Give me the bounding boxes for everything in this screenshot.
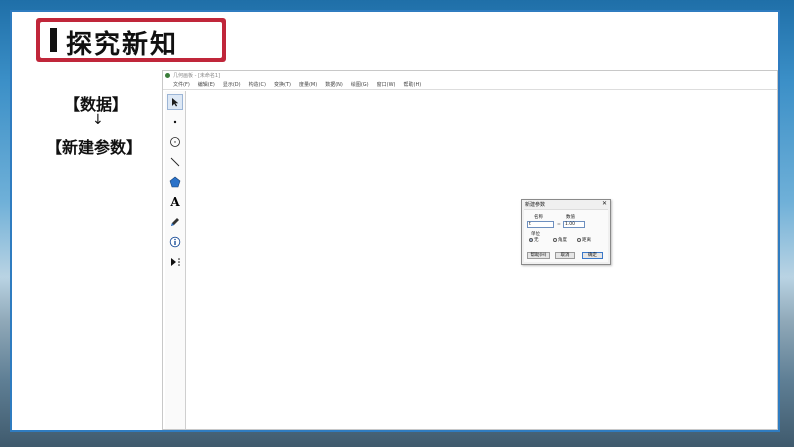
slide-title-frame: 探究新知 (36, 18, 226, 62)
menu-graph[interactable]: 绘图(G) (351, 81, 369, 89)
title-accent-bar (50, 28, 57, 52)
dialog-title: 新建参数 (525, 202, 546, 208)
new-parameter-dialog: 新建参数 ✕ 名称 数值 t = 1.00 单位 无 角度 距离 帮助(H) 取… (521, 199, 611, 265)
sketch-canvas[interactable] (186, 91, 777, 429)
text-tool-icon[interactable]: A (167, 194, 183, 210)
menu-number[interactable]: 数据(N) (325, 81, 343, 89)
cancel-button[interactable]: 取消 (555, 252, 575, 259)
unit-radio-none[interactable]: 无 (529, 237, 539, 243)
parameter-value-input[interactable]: 1.00 (563, 221, 585, 228)
step-arrow: ↓ (92, 112, 104, 128)
information-icon[interactable] (167, 234, 183, 250)
window-title: 几何画板 - [未命名1] (173, 73, 221, 79)
menu-measure[interactable]: 度量(M) (299, 81, 317, 89)
window-title-bar: 几何画板 - [未命名1] (163, 71, 777, 81)
parameter-name-input[interactable]: t (527, 221, 554, 228)
straightedge-line-icon[interactable] (167, 154, 183, 170)
app-logo-icon (165, 73, 170, 78)
step-new-parameter: 【新建参数】 (46, 138, 143, 157)
radio-icon (553, 238, 557, 242)
menu-transform[interactable]: 变换(T) (274, 81, 291, 89)
unit-radio-distance[interactable]: 距离 (577, 237, 591, 243)
menu-window[interactable]: 窗口(W) (377, 81, 396, 89)
tool-palette: A (165, 91, 186, 429)
polygon-icon[interactable] (167, 174, 183, 190)
menu-edit[interactable]: 编辑(E) (198, 81, 215, 89)
ok-button[interactable]: 确定 (582, 252, 603, 259)
slide-title: 探究新知 (66, 30, 179, 60)
menu-construct[interactable]: 构造(C) (249, 81, 266, 89)
equals-sign: = (557, 222, 561, 227)
arrow-select-icon[interactable] (167, 94, 183, 110)
point-icon[interactable] (167, 114, 183, 130)
custom-tool-icon[interactable] (167, 254, 183, 270)
close-icon[interactable]: ✕ (602, 200, 607, 207)
value-label: 数值 (566, 215, 575, 220)
menu-bar: 文件(F) 编辑(E) 显示(D) 构造(C) 变换(T) 度量(M) 数据(N… (163, 81, 777, 90)
radio-selected-icon (529, 238, 533, 242)
radio-icon (577, 238, 581, 242)
menu-help[interactable]: 帮助(H) (404, 81, 422, 89)
marker-pen-icon[interactable] (167, 214, 183, 230)
help-button[interactable]: 帮助(H) (527, 252, 550, 259)
geometry-sketchpad-window: 几何画板 - [未命名1] 文件(F) 编辑(E) 显示(D) 构造(C) 变换… (162, 70, 778, 430)
dialog-body: 名称 数值 t = 1.00 单位 无 角度 距离 帮助(H) 取消 确定 (524, 209, 608, 262)
compass-circle-icon[interactable] (167, 134, 183, 150)
slide: 探究新知 【数据】 ↓ 【新建参数】 几何画板 - [未命名1] 文件(F) 编… (10, 10, 780, 432)
unit-radio-angle[interactable]: 角度 (553, 237, 567, 243)
menu-display[interactable]: 显示(D) (223, 81, 241, 89)
name-label: 名称 (534, 215, 543, 220)
menu-file[interactable]: 文件(F) (173, 81, 190, 89)
